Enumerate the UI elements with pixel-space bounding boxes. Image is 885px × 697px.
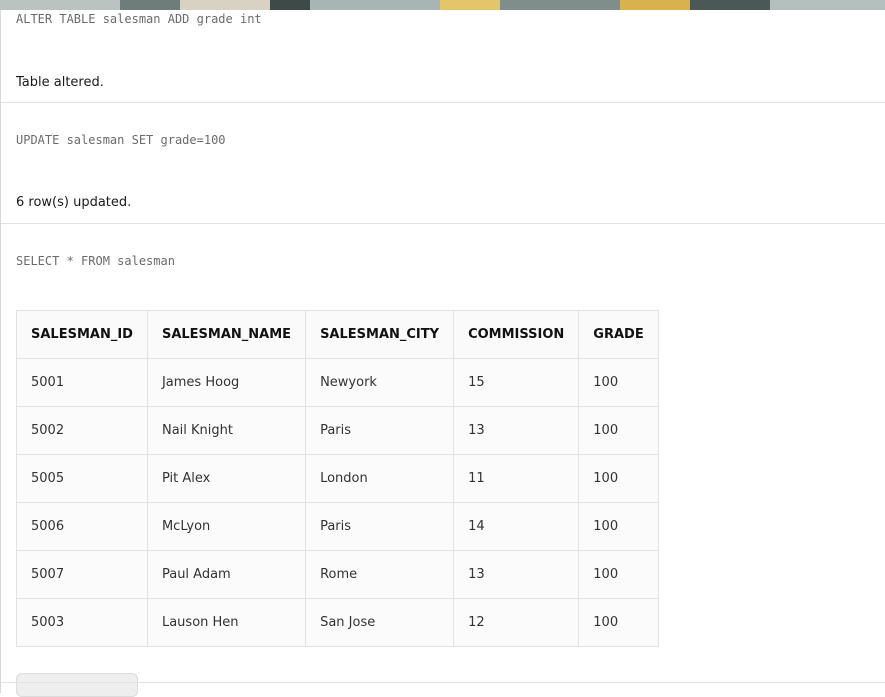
table-row: 5005 Pit Alex London 11 100 (16, 454, 659, 503)
table-cell: Paris (305, 502, 455, 551)
table-cell: 15 (453, 358, 580, 407)
decorative-banner (0, 0, 885, 10)
results-table: SALESMAN_ID SALESMAN_NAME SALESMAN_CITY … (16, 310, 659, 647)
table-cell: 5006 (16, 502, 148, 551)
sql-worksheet-output: ALTER TABLE salesman ADD grade int Table… (0, 10, 885, 697)
statement-1-code[interactable]: ALTER TABLE salesman ADD grade int (16, 12, 262, 26)
column-header: SALESMAN_CITY (305, 310, 455, 359)
table-cell: Paris (305, 406, 455, 455)
table-cell: Rome (305, 550, 455, 599)
table-row: 5002 Nail Knight Paris 13 100 (16, 406, 659, 455)
table-cell: 100 (578, 358, 659, 407)
table-cell: 5002 (16, 406, 148, 455)
table-cell: 100 (578, 550, 659, 599)
statement-3-code[interactable]: SELECT * FROM salesman (16, 254, 175, 268)
table-cell: James Hoog (146, 358, 307, 407)
divider (1, 682, 885, 683)
action-button[interactable] (16, 673, 138, 697)
table-cell: San Jose (305, 598, 455, 647)
table-row: 5007 Paul Adam Rome 13 100 (16, 550, 659, 599)
table-row: 5006 McLyon Paris 14 100 (16, 502, 659, 551)
column-header: SALESMAN_NAME (146, 310, 307, 359)
table-row: 5003 Lauson Hen San Jose 12 100 (16, 598, 659, 647)
table-cell: 13 (453, 550, 580, 599)
table-cell: 100 (578, 598, 659, 647)
table-cell: 12 (453, 598, 580, 647)
table-cell: 100 (578, 406, 659, 455)
divider (1, 223, 885, 224)
divider (1, 102, 885, 103)
statement-2-result: 6 row(s) updated. (16, 195, 132, 210)
table-cell: Paul Adam (146, 550, 307, 599)
table-header-row: SALESMAN_ID SALESMAN_NAME SALESMAN_CITY … (16, 310, 659, 359)
table-cell: Nail Knight (146, 406, 307, 455)
table-cell: 100 (578, 502, 659, 551)
statement-1-result: Table altered. (16, 75, 104, 90)
column-header: SALESMAN_ID (16, 310, 148, 359)
table-cell: 5001 (16, 358, 148, 407)
table-cell: 100 (578, 454, 659, 503)
column-header: GRADE (578, 310, 659, 359)
table-cell: 11 (453, 454, 580, 503)
table-cell: Lauson Hen (146, 598, 307, 647)
table-cell: Pit Alex (146, 454, 307, 503)
table-cell: 5003 (16, 598, 148, 647)
table-row: 5001 James Hoog Newyork 15 100 (16, 358, 659, 407)
table-cell: London (305, 454, 455, 503)
table-cell: McLyon (146, 502, 307, 551)
table-cell: 13 (453, 406, 580, 455)
table-cell: 5005 (16, 454, 148, 503)
table-cell: 5007 (16, 550, 148, 599)
column-header: COMMISSION (453, 310, 580, 359)
table-cell: 14 (453, 502, 580, 551)
statement-2-code[interactable]: UPDATE salesman SET grade=100 (16, 133, 226, 147)
table-cell: Newyork (305, 358, 455, 407)
